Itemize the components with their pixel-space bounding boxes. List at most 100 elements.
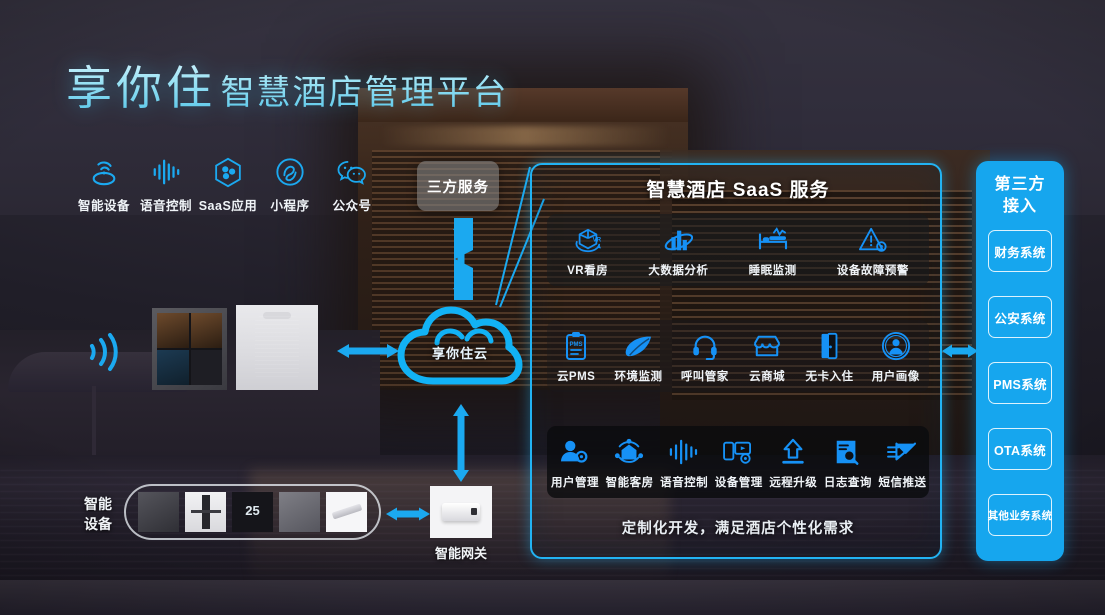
smart-thermostat-thumb[interactable]: 25 [232,492,273,532]
third-party-item-pms[interactable]: PMS系统 [988,362,1052,404]
channel-label: 语音控制 [139,199,192,213]
saas-item-log-query[interactable]: 日志查询 [820,426,875,490]
saas-item-label: 用户画像 [871,371,920,383]
cloud-node[interactable]: 享你住云 [395,305,525,387]
background-umbrella-pole [92,386,96,460]
headset-icon [681,331,729,361]
brand-name: 享你住 [66,62,216,114]
background-villa-glow [380,126,670,146]
saas-item-label: 云商城 [749,371,786,383]
channel-item-saas-app[interactable]: SaaS应用 [196,155,260,214]
saas-panel-title: 智慧酒店 SaaS 服务 [646,180,830,201]
saas-item-label: 呼叫管家 [680,371,729,383]
user-gear-icon [551,437,598,467]
saas-item-device-manage[interactable]: 设备管理 [711,426,766,490]
smart-speaker-heater-photo [236,305,318,390]
saas-item-label: 云PMS [556,371,596,383]
third-party-item-label: PMS系统 [993,377,1047,392]
thermostat-value: 25 [245,503,260,518]
smart-gateway-photo [430,486,492,538]
channel-item-smart-device[interactable]: 智能设备 [72,155,136,214]
smart-room-icon [606,437,653,467]
channel-item-voice-control[interactable]: 语音控制 [134,155,198,214]
third-party-item-other[interactable]: 其他业务系统 [988,494,1052,536]
voice-wave-icon [134,155,198,189]
saas-item-label: 用户管理 [551,477,599,489]
saas-item-user-manage[interactable]: 用户管理 [547,426,602,490]
saas-item-sms-push[interactable]: 短信推送 [874,426,929,490]
device-rail: 25 [124,484,381,540]
saas-item-label: 设备故障预警 [836,265,909,277]
saas-item-env-monitor[interactable]: 环境监测 [610,320,666,384]
third-party-access-title: 第三方 接入 [976,174,1064,218]
saas-item-label: 设备管理 [714,477,763,489]
arrow-saas-to-third-party [942,344,978,358]
smart-device-icon [72,155,136,189]
saas-item-cloud-mall[interactable]: 云商城 [743,320,791,384]
saas-item-fault-alert[interactable]: 设备故障预警 [833,214,913,278]
third-party-access-panel: 第三方 接入 财务系统 公安系统 PMS系统 OTA系统 其他业务系统 [976,161,1064,561]
diagram-canvas: 享你住 智慧酒店管理平台 智能设备 语音控制 SaaS应用 小程序 公众号 三方… [0,0,1105,615]
saas-item-cardless-checkin[interactable]: 无卡入住 [801,320,857,384]
saas-item-cloud-pms[interactable]: PMS 云PMS [552,320,600,384]
third-party-item-label: 其他业务系统 [987,509,1053,522]
channel-item-official-account[interactable]: 公众号 [320,155,384,214]
user-badge-icon [872,331,920,361]
channel-label: 公众号 [332,199,372,213]
third-party-item-label: OTA系统 [994,443,1046,458]
saas-item-user-profile[interactable]: 用户画像 [868,320,924,384]
channel-item-mini-program[interactable]: 小程序 [258,155,322,214]
third-party-item-label: 公安系统 [994,311,1046,326]
saas-item-call-butler[interactable]: 呼叫管家 [677,320,733,384]
saas-item-label: 语音控制 [660,477,709,489]
saas-item-sleep[interactable]: 睡眠监测 [745,214,801,278]
channel-label: SaaS应用 [198,199,258,213]
page-title: 享你住 智慧酒店管理平台 [66,52,508,118]
bed-monitor-icon [749,225,797,255]
bar-chart-orbit-icon [648,225,708,255]
svg-text:PMS: PMS [570,342,583,348]
saas-item-remote-upgrade[interactable]: 远程升级 [765,426,820,490]
saas-item-smart-room[interactable]: 智能客房 [602,426,657,490]
shop-icon [747,331,787,361]
saas-item-label: 大数据分析 [648,265,709,277]
arrow-device-to-cloud [337,344,399,358]
voice-wave-icon [660,437,707,467]
third-party-item-ota[interactable]: OTA系统 [988,428,1052,470]
arrow-rail-to-gateway [386,507,430,521]
svg-text:VR: VR [592,237,601,243]
device-rail-label-line2: 设备 [84,516,112,532]
upload-arrow-icon [769,437,816,467]
device-rail-label: 智能 设备 [76,494,120,534]
smart-socket-thumb[interactable] [279,492,320,532]
saas-item-vr[interactable]: VR VR看房 [563,214,612,278]
saas-panel: 智慧酒店 SaaS 服务 VR VR看房 大数据分析 睡眠监测 设备故障预警 P… [530,163,942,559]
arrow-cloud-to-gateway [453,404,469,482]
third-party-item-police[interactable]: 公安系统 [988,296,1052,338]
third-party-access-title-line1: 第三方 [994,176,1046,193]
warning-gear-icon [837,225,909,255]
third-party-access-title-line2: 接入 [1002,198,1037,215]
saas-item-voice-control[interactable]: 语音控制 [656,426,711,490]
third-party-item-finance[interactable]: 财务系统 [988,230,1052,272]
saas-item-label: 无卡入住 [805,371,854,383]
saas-item-label: 睡眠监测 [748,265,797,277]
saas-item-label: 日志查询 [823,477,872,489]
saas-item-label: 短信推送 [878,477,927,489]
log-search-icon [824,437,871,467]
gateway-label: 智能网关 [434,546,487,561]
saas-panel-footer: 定制化开发，满足酒店个性化需求 [621,521,855,537]
gateway-device [442,503,480,521]
saas-item-label: 远程升级 [769,477,818,489]
cloud-label: 享你住云 [431,346,488,361]
device-gear-icon [715,437,762,467]
wechat-icon [320,155,384,189]
smart-door-lock-thumb[interactable] [185,492,226,532]
third-party-item-label: 财务系统 [994,245,1046,260]
smart-curtain-motor-thumb[interactable] [326,492,367,532]
smart-switch-panel-thumb[interactable] [138,492,179,532]
channel-icon-strip: 智能设备 语音控制 SaaS应用 小程序 公众号 [72,155,392,217]
device-rail-label-line1: 智能 [84,496,112,512]
saas-item-bigdata[interactable]: 大数据分析 [644,214,712,278]
wifi-signal-icon [90,333,118,371]
